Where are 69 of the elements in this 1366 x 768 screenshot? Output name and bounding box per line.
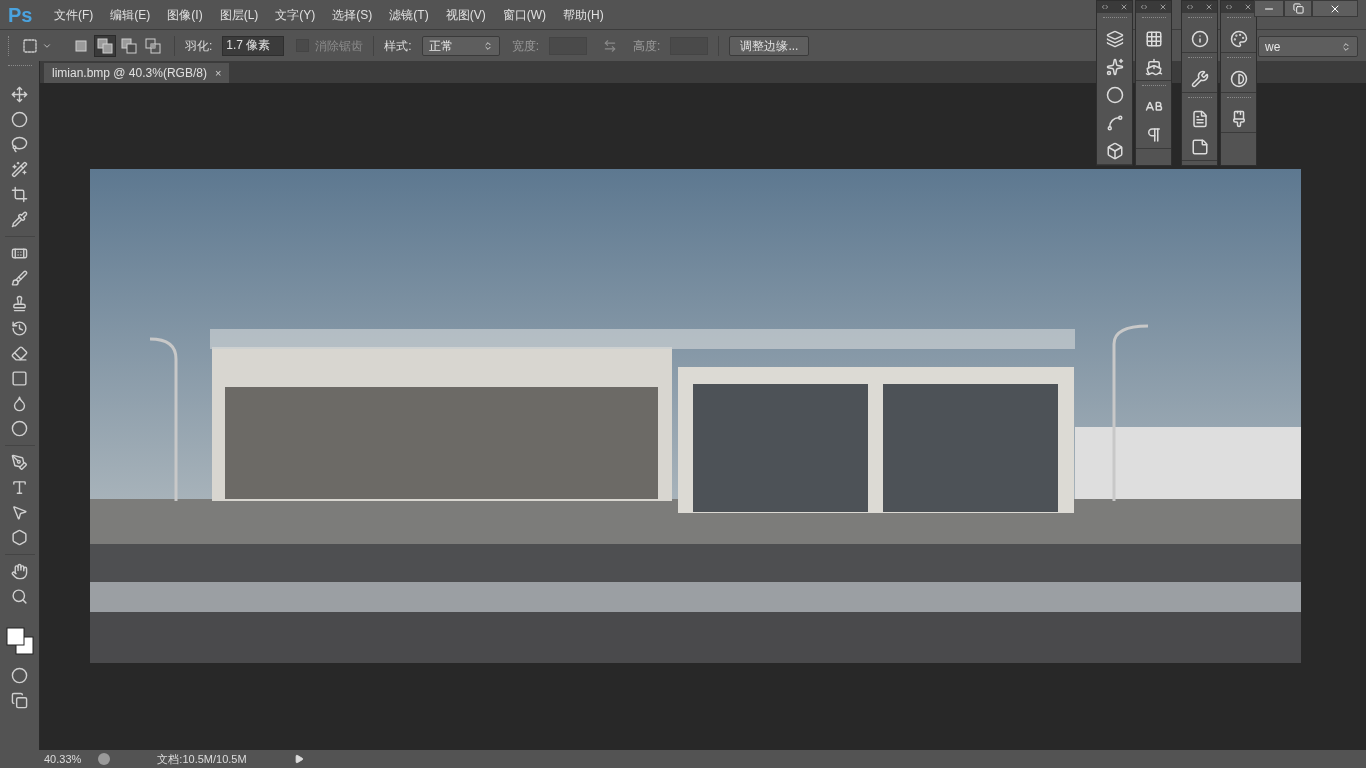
selection-mode-icon (145, 37, 161, 54)
menu-item[interactable]: 帮助(H) (561, 5, 606, 24)
restore-icon (1292, 3, 1304, 14)
notes-icon[interactable] (1190, 138, 1209, 156)
document-size: 文档:10.5M/10.5M (156, 751, 248, 767)
menu-item[interactable]: 视图(V) (443, 5, 488, 24)
menu-item[interactable]: 图像(I) (165, 5, 205, 24)
feather-field[interactable]: 1.7 像素 (222, 35, 285, 56)
selection-mode-button[interactable] (94, 34, 116, 57)
style-select[interactable]: 正常 (421, 35, 500, 56)
width-label: 宽度: (511, 37, 540, 55)
restore-button[interactable] (1284, 0, 1312, 17)
menu-item[interactable]: 编辑(E) (108, 5, 153, 24)
feather-label: 羽化: (185, 37, 213, 55)
crop-tool-icon[interactable] (11, 186, 28, 203)
hand-tool-icon[interactable] (11, 563, 28, 580)
shape-tool-icon[interactable] (11, 529, 28, 546)
status-menu-icon[interactable] (294, 754, 304, 764)
menu-item[interactable]: 窗口(W) (500, 5, 548, 24)
tools-icon[interactable] (1190, 70, 1209, 88)
info-icon[interactable] (1190, 30, 1209, 48)
lasso-tool-icon[interactable] (11, 136, 28, 153)
select-arrows-icon (1341, 41, 1351, 52)
color-swatches-drawing[interactable] (5, 627, 34, 655)
blur-tool-icon[interactable] (11, 395, 28, 412)
magic-wand-icon[interactable] (11, 161, 28, 178)
stamp-tool-icon[interactable] (11, 295, 28, 312)
refine-edge-button[interactable]: 调整边缘... (729, 35, 810, 56)
close-icon[interactable] (1205, 3, 1213, 11)
screen-mode-icon[interactable] (11, 692, 28, 709)
selection-mode-icon (73, 37, 89, 54)
swatches-grid-icon[interactable] (1144, 30, 1163, 48)
style-label: 样式: (384, 37, 412, 55)
select-arrows-icon (482, 40, 493, 51)
zoom-tool-icon[interactable] (11, 588, 28, 605)
3d-icon[interactable] (1105, 142, 1124, 160)
palette-icon[interactable] (1229, 30, 1248, 48)
history-brush-icon[interactable] (11, 320, 28, 337)
close-icon[interactable] (1244, 3, 1252, 11)
selection-mode-icon (121, 37, 137, 54)
document-tab[interactable]: limian.bmp @ 40.3%(RGB/8) × (44, 63, 230, 83)
marquee-icon (22, 37, 38, 54)
close-icon[interactable] (1120, 3, 1128, 11)
app-logo: Ps (8, 2, 34, 28)
layers-icon[interactable] (1105, 30, 1124, 48)
eyedropper-icon[interactable] (11, 211, 28, 228)
menu-item[interactable]: 选择(S) (330, 5, 375, 24)
brush-tool-icon[interactable] (11, 270, 28, 287)
pen-tool-icon[interactable] (11, 454, 28, 471)
type-tool-icon[interactable] (11, 479, 28, 496)
workspace-select[interactable]: we (1258, 36, 1358, 57)
menu-item[interactable]: 文字(Y) (273, 5, 318, 24)
paths-icon[interactable] (1105, 114, 1124, 132)
selection-mode-icon (97, 37, 113, 54)
zoom-level: 40.33% (44, 751, 83, 767)
minimize-button[interactable] (1254, 0, 1284, 17)
eraser-tool-icon[interactable] (11, 345, 28, 362)
path-select-icon[interactable] (11, 504, 28, 521)
properties-icon[interactable] (1190, 110, 1209, 128)
menu-item[interactable]: 滤镜(T) (387, 5, 431, 24)
marquee-preset-picker[interactable] (22, 37, 52, 54)
document-tab-title: limian.bmp @ 40.3%(RGB/8) (52, 65, 207, 82)
menu-item[interactable]: 图层(L) (217, 5, 261, 24)
move-tool-icon[interactable] (11, 86, 28, 103)
marquee-tool-icon[interactable] (11, 111, 28, 128)
menu-item[interactable]: 文件(F) (52, 5, 96, 24)
close-icon[interactable] (1159, 3, 1167, 11)
tab-close-button[interactable]: × (214, 64, 222, 82)
height-label: 高度: (633, 37, 661, 55)
